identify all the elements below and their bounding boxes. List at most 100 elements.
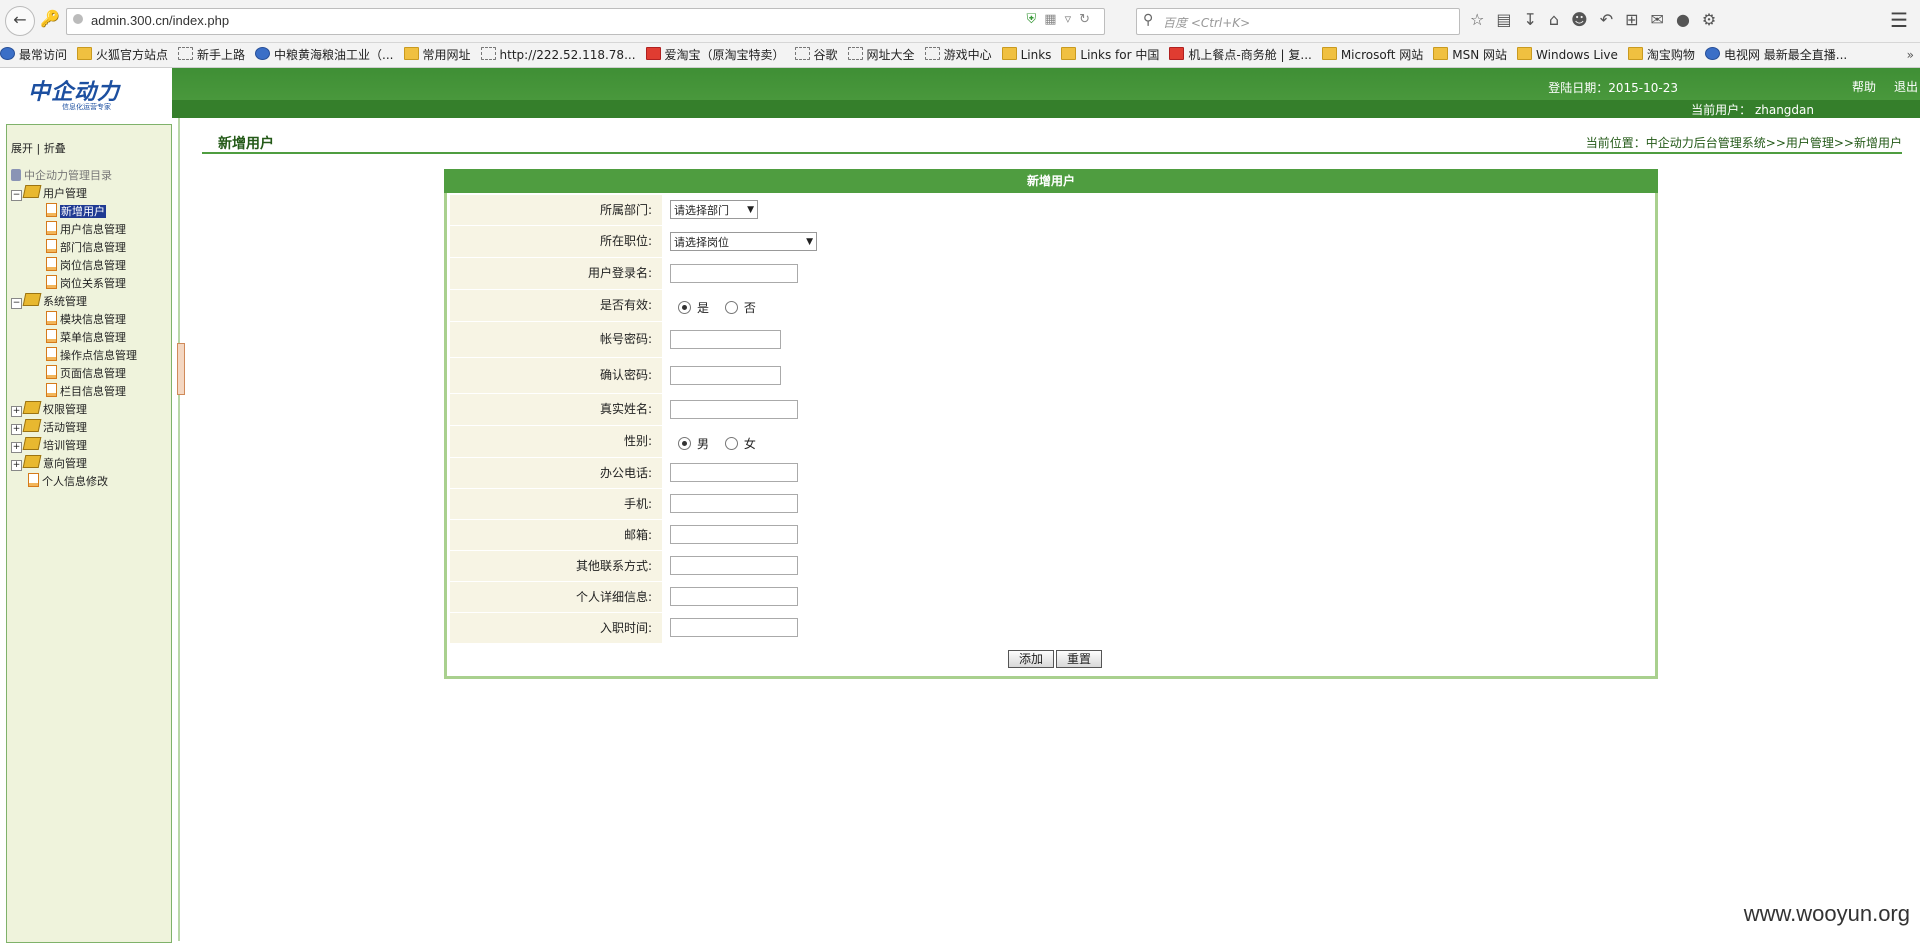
collapse-link[interactable]: 折叠 [44, 142, 66, 155]
tree-item[interactable]: 岗位关系管理 [11, 275, 137, 293]
logo-subtitle: 信息化运营专家 [62, 103, 111, 111]
tree-group[interactable]: − 系统管理 [11, 293, 137, 311]
mobile-input[interactable] [670, 494, 798, 513]
bookmark-item[interactable]: 爱淘宝（原淘宝特卖） [645, 43, 785, 67]
tree-item[interactable]: 部门信息管理 [11, 239, 137, 257]
collapse-icon[interactable]: − [11, 190, 22, 201]
email-label: 邮箱: [450, 520, 662, 550]
bookmarks-more-icon[interactable]: » [1907, 43, 1914, 67]
detail-input[interactable] [670, 587, 798, 606]
expand-icon[interactable]: + [11, 442, 22, 453]
undo-icon[interactable]: ↶ [1600, 10, 1625, 29]
post-select[interactable]: 请选择岗位 ▼ [670, 232, 817, 251]
expand-icon[interactable]: + [11, 460, 22, 471]
dropdown-icon[interactable]: ▿ [1065, 12, 1080, 27]
tree-item[interactable]: 用户信息管理 [11, 221, 137, 239]
bookmark-item[interactable]: 谷歌 [794, 43, 838, 67]
tree-item[interactable]: 栏目信息管理 [11, 383, 137, 401]
shield-icon[interactable]: ⛨ [1027, 12, 1045, 27]
bookmark-star-icon[interactable]: ☆ [1470, 10, 1496, 29]
address-bar[interactable]: admin.300.cn/index.php ⛨▦▿↻ [66, 8, 1105, 35]
chat-icon[interactable]: ☻ [1571, 10, 1600, 29]
tree-item[interactable]: 新增用户 [11, 203, 137, 221]
tools-icon[interactable]: ⚙ [1702, 10, 1728, 29]
expand-link[interactable]: 展开 [11, 142, 33, 155]
search-icon[interactable]: ⚲ [1143, 12, 1153, 28]
bookmarks-bar: 最常访问 火狐官方站点 新手上路 中粮黄海粮油工业（... 常用网址 http://222… [0, 43, 1920, 68]
login-name-input[interactable] [670, 264, 798, 283]
tree-item[interactable]: 页面信息管理 [11, 365, 137, 383]
office-phone-input[interactable] [670, 463, 798, 482]
qr-icon[interactable]: ▦ [1044, 12, 1064, 27]
dept-select[interactable]: 请选择部门 ▼ [670, 200, 758, 219]
home-icon[interactable]: ⌂ [1549, 10, 1571, 29]
bookmark-item[interactable]: Microsoft 网站 [1321, 43, 1423, 67]
reload-icon[interactable]: ↻ [1079, 12, 1098, 27]
bookmark-item[interactable]: 电视网 最新最全直播... [1704, 43, 1847, 67]
search-bar[interactable]: ⚲ 百度 <Ctrl+K> [1136, 8, 1460, 35]
email-input[interactable] [670, 525, 798, 544]
add-button[interactable]: 添加 [1008, 650, 1054, 668]
expand-icon[interactable]: + [11, 406, 22, 417]
tree-item[interactable]: 模块信息管理 [11, 311, 137, 329]
gender-male-radio[interactable] [678, 437, 691, 450]
bookmark-item[interactable]: MSN 网站 [1433, 43, 1507, 67]
other-contact-input[interactable] [670, 556, 798, 575]
folder-icon [1433, 47, 1449, 60]
bookmark-item[interactable]: 游戏中心 [924, 43, 992, 67]
realname-input[interactable] [670, 400, 798, 419]
browser-toolbar: ← 🔑 admin.300.cn/index.php ⛨▦▿↻ ⚲ 百度 <Ct… [0, 0, 1920, 43]
bookmark-item[interactable]: Links [1001, 43, 1051, 67]
form-row-login: 用户登录名: [450, 258, 1651, 290]
site-info-icon[interactable] [73, 14, 83, 24]
bookmark-item[interactable]: 火狐官方站点 [77, 43, 168, 67]
bookmark-item[interactable]: 常用网址 [403, 43, 471, 67]
identity-icon[interactable]: 🔑 [36, 6, 64, 34]
tree-item[interactable]: 菜单信息管理 [11, 329, 137, 347]
tree-group[interactable]: + 权限管理 [11, 401, 137, 419]
bookmark-item[interactable]: Links for 中国 [1061, 43, 1159, 67]
bookmark-item[interactable]: 淘宝购物 [1627, 43, 1695, 67]
collapse-icon[interactable]: − [11, 298, 22, 309]
page-icon [46, 203, 57, 217]
bookmark-item[interactable]: http://222.52.118.78... [480, 43, 636, 67]
security-icon[interactable]: ● [1676, 10, 1702, 29]
bookmark-label: 游戏中心 [943, 48, 992, 62]
tree-item-label: 部门信息管理 [60, 241, 126, 254]
gender-female-radio[interactable] [724, 437, 738, 450]
valid-no-radio[interactable] [724, 301, 738, 314]
crop-icon[interactable]: ⊞ [1625, 10, 1650, 29]
tree-group[interactable]: + 培训管理 [11, 437, 137, 455]
tree-group[interactable]: + 活动管理 [11, 419, 137, 437]
sidebar-toggle-handle[interactable] [177, 343, 185, 395]
reset-button[interactable]: 重置 [1056, 650, 1102, 668]
bookmark-item[interactable]: 网址大全 [847, 43, 915, 67]
page-icon [794, 47, 810, 60]
back-icon[interactable]: ← [5, 6, 35, 36]
page-icon [46, 347, 57, 361]
tree-group[interactable]: − 用户管理 [11, 185, 137, 203]
tree-item[interactable]: 操作点信息管理 [11, 347, 137, 365]
expand-icon[interactable]: + [11, 424, 22, 435]
message-icon[interactable]: ✉ [1651, 10, 1676, 29]
bookmark-item[interactable]: 新手上路 [178, 43, 245, 67]
folder-icon [77, 47, 93, 60]
bookmark-item[interactable]: 中粮黄海粮油工业（... [255, 43, 394, 67]
tree-group[interactable]: + 意向管理 [11, 455, 137, 473]
join-date-input[interactable] [670, 618, 798, 637]
tree-item-personal[interactable]: 个人信息修改 [11, 473, 137, 491]
reading-list-icon[interactable]: ▤ [1496, 10, 1523, 29]
help-link[interactable]: 帮助 [1852, 80, 1876, 94]
download-icon[interactable]: ↧ [1523, 10, 1548, 29]
page-icon [46, 365, 57, 379]
logout-link[interactable]: 退出 [1894, 80, 1918, 94]
valid-yes-radio[interactable] [678, 301, 691, 314]
confirm-password-input[interactable] [670, 366, 781, 385]
bookmark-item[interactable]: Windows Live [1517, 43, 1618, 67]
menu-icon[interactable]: ☰ [1890, 8, 1908, 32]
bookmark-item[interactable]: 机上餐点-商务舱 | 复... [1169, 43, 1312, 67]
tree-item[interactable]: 岗位信息管理 [11, 257, 137, 275]
bookmark-item[interactable]: 最常访问 [0, 43, 67, 67]
password-input[interactable] [670, 330, 781, 349]
address-url[interactable]: admin.300.cn/index.php [91, 13, 229, 28]
